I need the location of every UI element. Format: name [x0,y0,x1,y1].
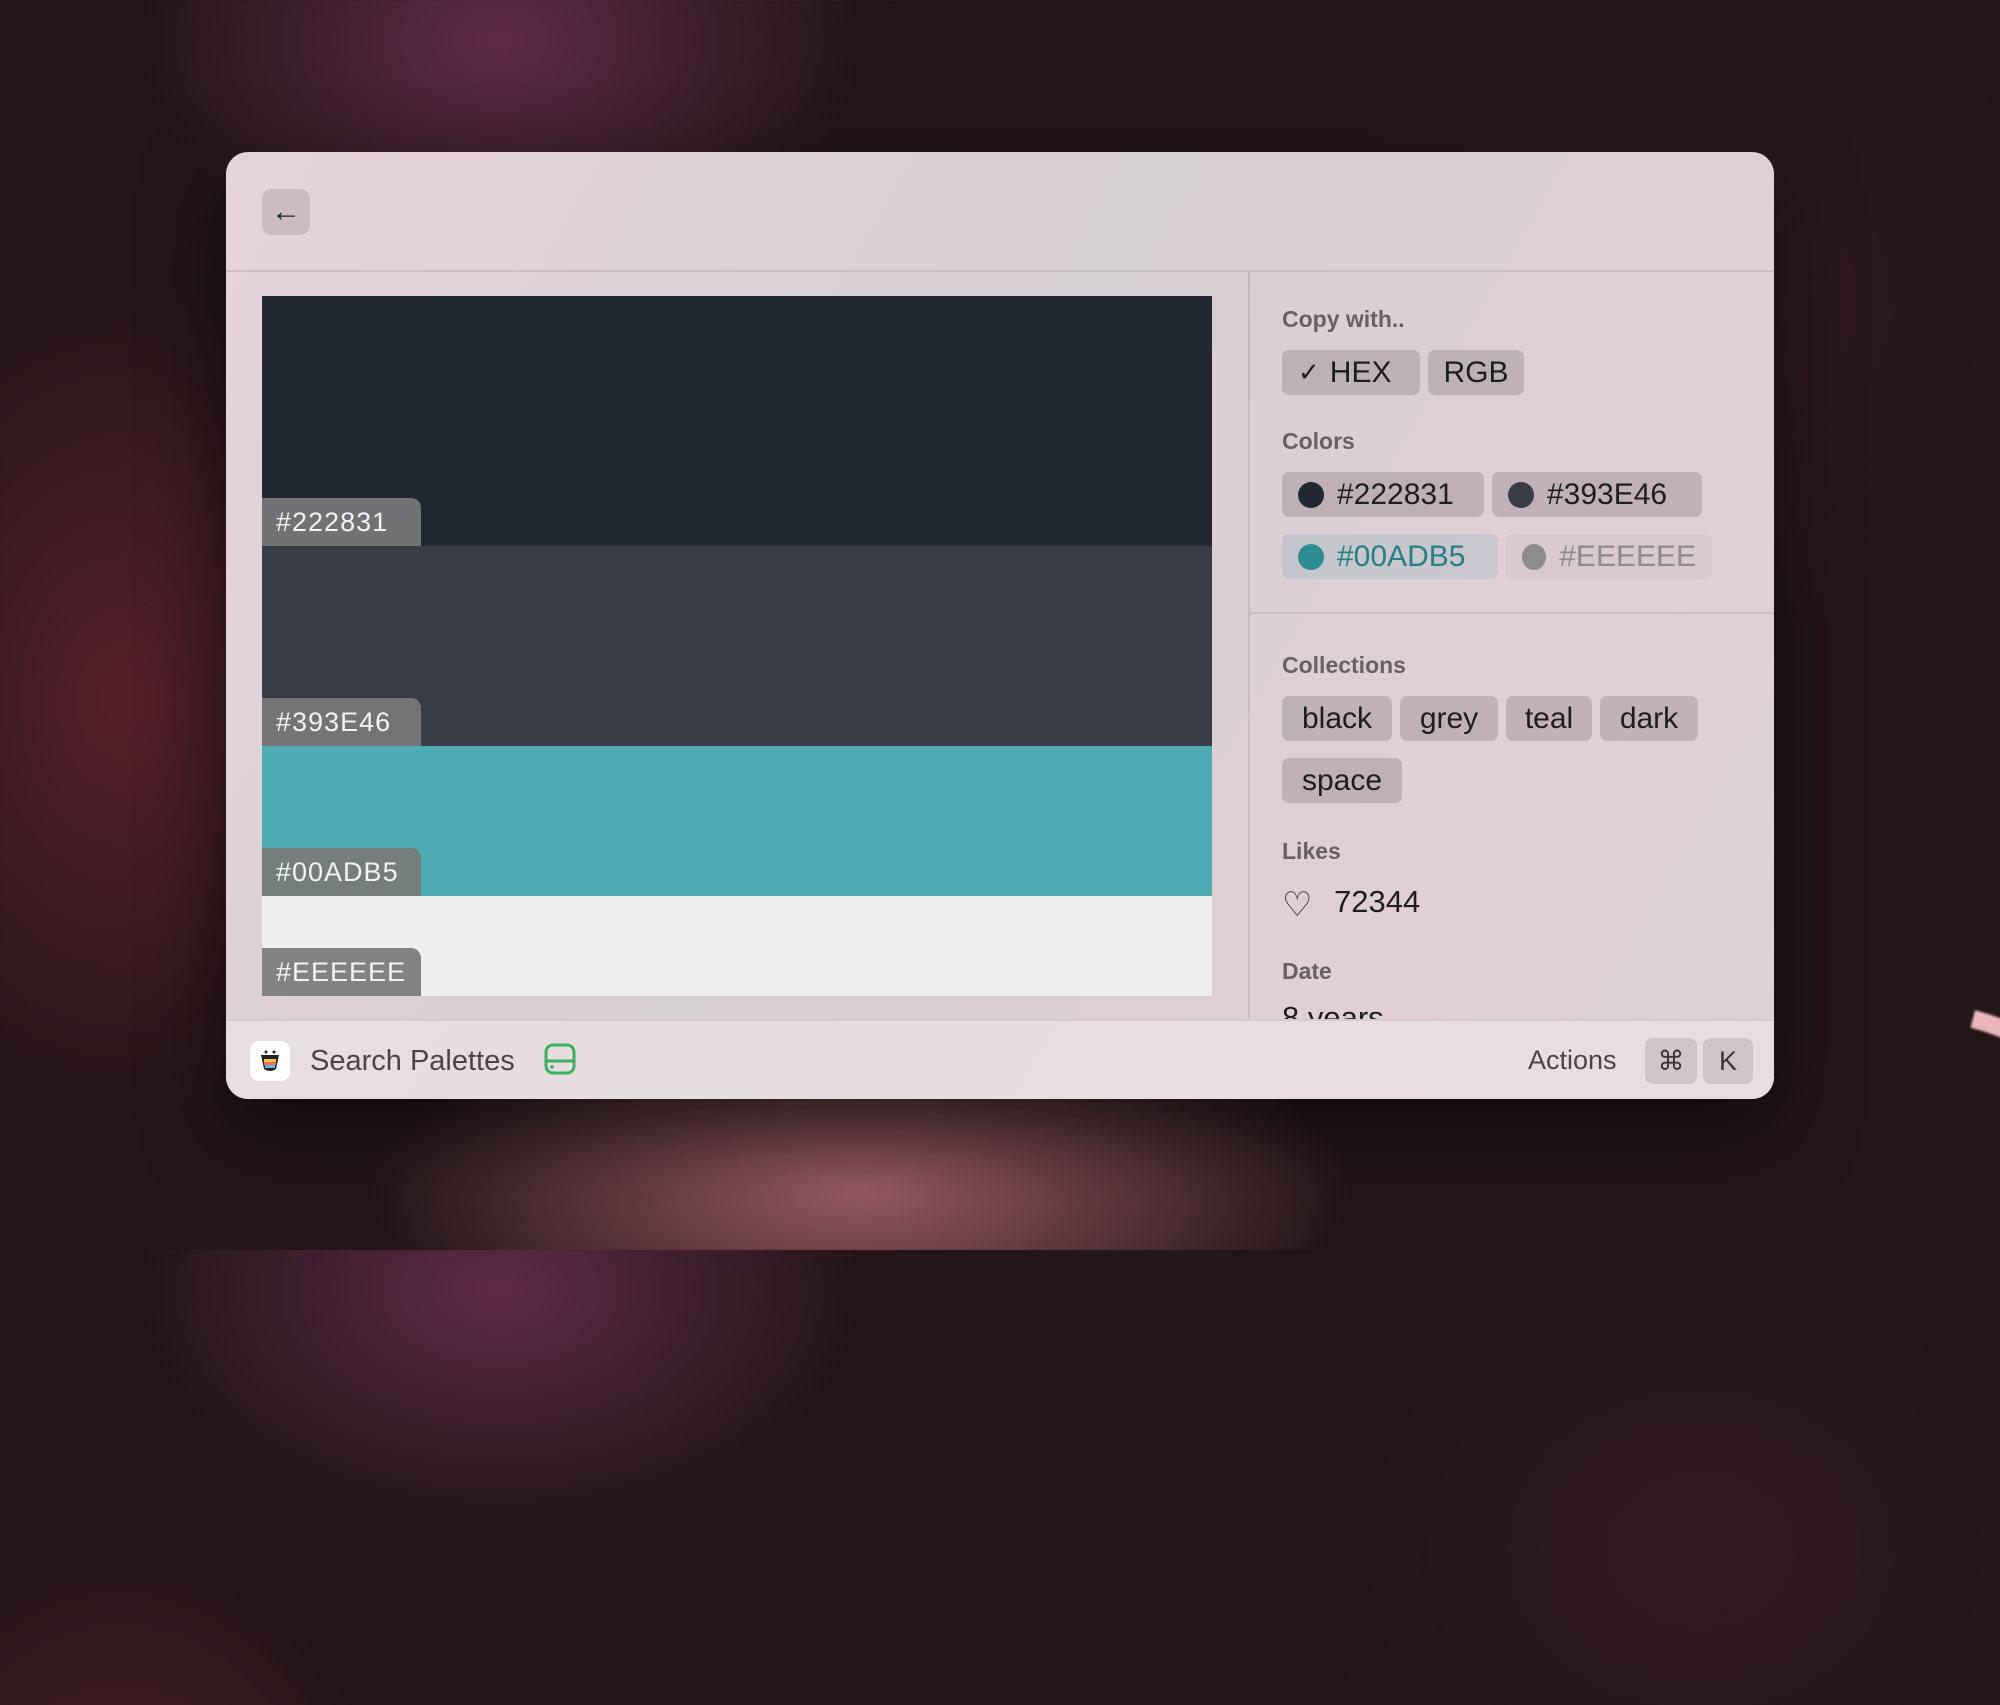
heart-icon[interactable]: ♡ [1282,885,1312,925]
top-bar: ← [226,152,1774,272]
color-band-3[interactable]: #00ADB5 [262,746,1212,896]
likes-count: 72344 [1334,884,1421,919]
detail-panel: Copy with.. ✓ HEX RGB Colors #222831 #39… [1250,272,1774,1019]
app-window: ← #222831 #393E46 #00ADB5 #EEEEEE Copy w… [226,152,1774,1099]
copy-hex-option[interactable]: ✓ HEX [1282,350,1420,395]
color-chip[interactable]: #EEEEEE [1506,534,1712,579]
drive-icon[interactable] [543,1042,577,1076]
tag-label: space [1301,763,1383,797]
copy-with-title: Copy with.. [1282,306,1405,332]
bottom-bar: Search Palettes Actions ⌘ K [226,1019,1774,1099]
tag-label: black [1301,701,1373,735]
collection-tag[interactable]: grey [1400,696,1498,741]
collection-tag[interactable]: black [1282,696,1392,741]
color-band-1[interactable]: #222831 [262,296,1212,546]
band-label: #222831 [262,498,421,546]
collections-title: Collections [1282,652,1406,678]
color-chip[interactable]: #222831 [1282,472,1484,517]
divider [1250,612,1774,614]
color-dot-icon [1522,543,1547,570]
palette-bands: #222831 #393E46 #00ADB5 #EEEEEE [262,296,1212,996]
option-label: RGB [1443,355,1509,389]
option-label: HEX [1329,355,1392,389]
color-chip-selected[interactable]: #00ADB5 [1282,534,1498,579]
color-band-4[interactable]: #EEEEEE [262,896,1212,996]
band-label: #393E46 [262,698,421,746]
collection-tag[interactable]: space [1282,758,1402,803]
checkmark-icon: ✓ [1298,357,1320,387]
tag-label: teal [1524,701,1574,735]
color-chip-label: #00ADB5 [1337,539,1466,573]
likes-title: Likes [1282,838,1341,864]
color-dot-icon [1298,481,1324,508]
band-label: #EEEEEE [262,948,421,996]
date-title: Date [1282,958,1332,984]
arrow-left-icon: ← [271,195,301,228]
actions-button[interactable]: Actions [1528,1045,1617,1076]
collection-tag[interactable]: dark [1600,696,1698,741]
colors-title: Colors [1282,428,1355,454]
command-key-icon[interactable]: ⌘ [1645,1038,1697,1084]
tag-label: grey [1419,701,1479,735]
color-chip-label: #393E46 [1547,477,1668,511]
palette-preview: #222831 #393E46 #00ADB5 #EEEEEE [226,272,1250,1019]
color-chip-label: #EEEEEE [1559,539,1696,573]
tag-label: dark [1619,701,1679,735]
collection-tag[interactable]: teal [1506,696,1592,741]
color-dot-icon [1298,543,1324,570]
search-palettes-label[interactable]: Search Palettes [310,1045,515,1078]
color-chip-label: #222831 [1337,477,1454,511]
date-value: 8 years [1282,1000,1384,1019]
band-label: #00ADB5 [262,848,421,896]
app-logo-icon [250,1041,290,1081]
color-dot-icon [1508,481,1534,508]
back-button[interactable]: ← [262,189,310,235]
copy-rgb-option[interactable]: RGB [1428,350,1524,395]
k-key[interactable]: K [1703,1038,1753,1084]
color-chip[interactable]: #393E46 [1492,472,1702,517]
color-band-2[interactable]: #393E46 [262,546,1212,746]
